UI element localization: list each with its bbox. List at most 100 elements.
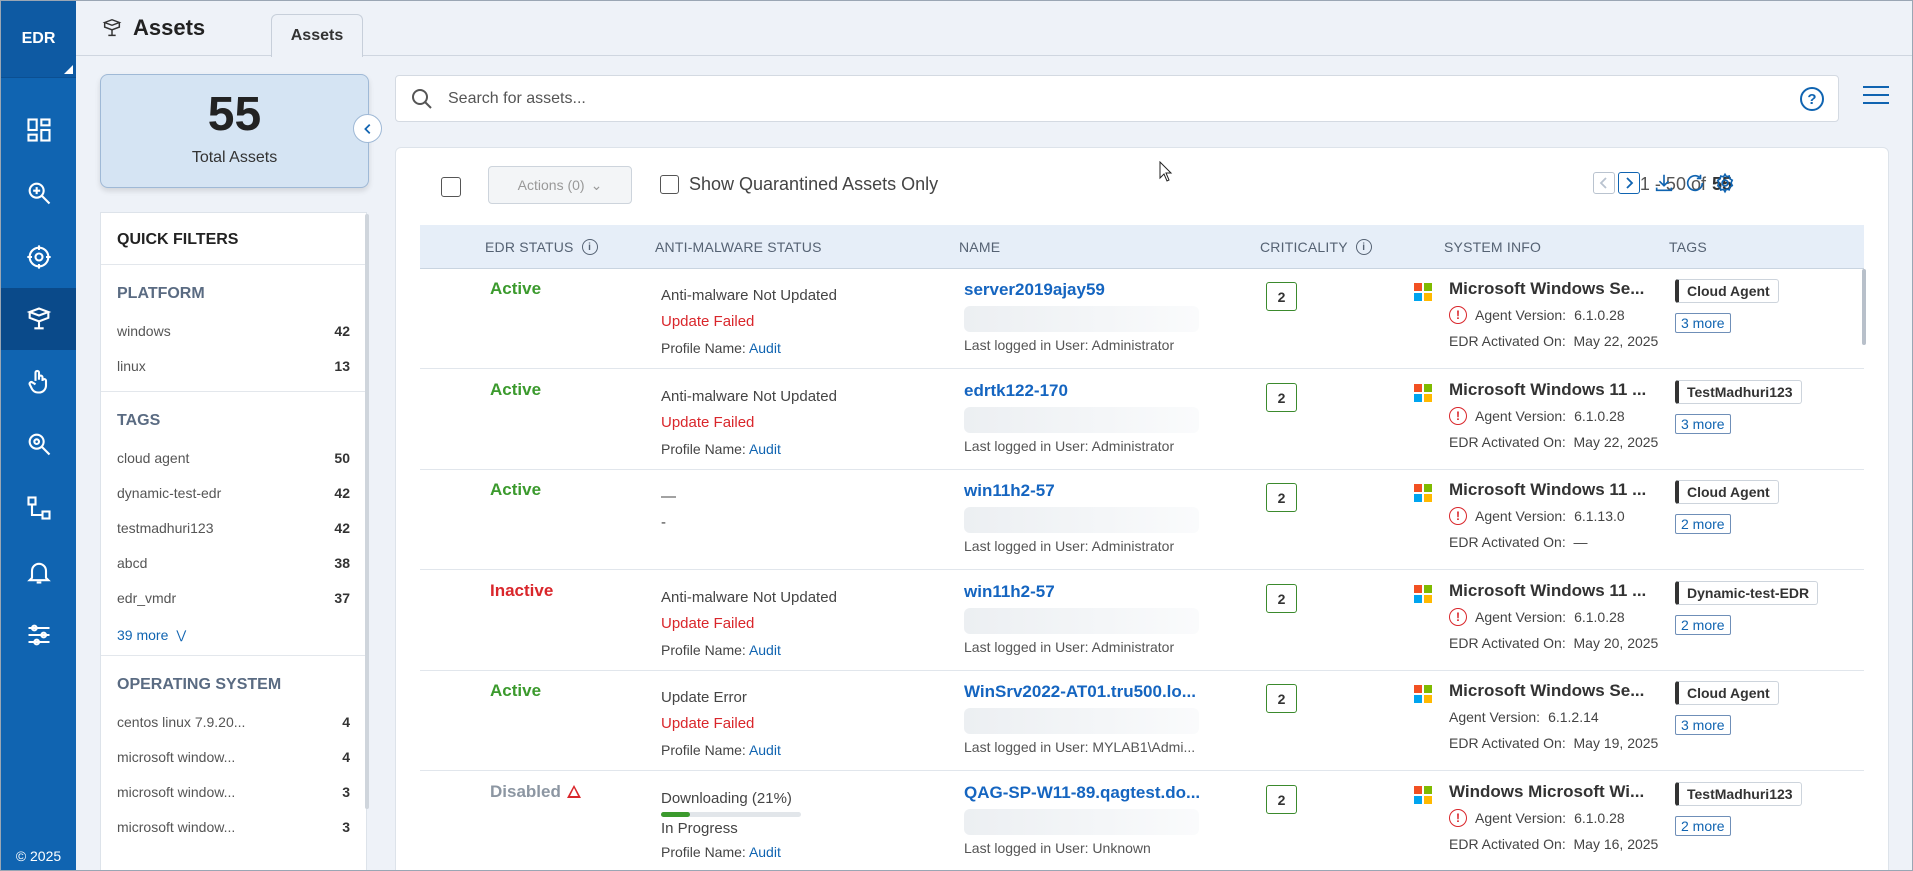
nav-item-workflow[interactable] [1, 477, 76, 539]
asset-name-link[interactable]: WinSrv2022-AT01.tru500.lo... [964, 682, 1209, 702]
download-button[interactable] [1653, 172, 1675, 194]
asset-name-link[interactable]: QAG-SP-W11-89.qagtest.do... [964, 783, 1209, 803]
chevron-left-icon [363, 123, 370, 134]
col-edr-status[interactable]: EDR STATUS i [485, 239, 598, 255]
actions-dropdown[interactable]: Actions (0) ⌄ [488, 166, 632, 204]
agent-version: ! Agent Version: 6.1.0.28 [1449, 407, 1659, 425]
col-name[interactable]: NAME [959, 239, 1000, 255]
filter-option[interactable]: linux 13 [117, 348, 350, 383]
tag-chip[interactable]: Cloud Agent [1675, 480, 1779, 504]
nav-item-dashboard[interactable] [1, 99, 76, 161]
filter-option[interactable]: microsoft window... 4 [117, 739, 350, 774]
asset-name-link[interactable]: win11h2-57 [964, 582, 1209, 602]
agent-version-label: Agent Version: [1475, 810, 1567, 826]
col-system-info[interactable]: SYSTEM INFO [1444, 239, 1541, 255]
nav-item-detections[interactable] [1, 413, 76, 475]
edr-activated-value: May 16, 2025 [1573, 836, 1659, 852]
table-row[interactable]: Active Update Error Update Failed Profile N… [420, 671, 1864, 771]
table-row[interactable]: Active — - win11h2-57 Last logged in User: A… [420, 470, 1864, 570]
tags-more-link[interactable]: 3 more [1675, 715, 1731, 735]
filter-option-label: windows [117, 322, 171, 339]
table-row[interactable]: Active Anti-malware Not Updated Update Fai… [420, 269, 1864, 369]
profile-link[interactable]: Audit [749, 742, 781, 758]
filter-option-count: 13 [334, 357, 350, 374]
filter-option[interactable]: abcd 38 [117, 545, 350, 580]
hamburger-menu-icon[interactable] [1863, 86, 1889, 108]
tag-chip[interactable]: TestMadhuri123 [1675, 782, 1802, 806]
nav-item-threat-hunt[interactable] [1, 226, 76, 288]
quarantine-filter[interactable]: Show Quarantined Assets Only [660, 174, 938, 195]
asset-name-link[interactable]: edrtk122-170 [964, 381, 1209, 401]
tab-assets[interactable]: Assets [271, 14, 363, 57]
quarantine-checkbox[interactable] [660, 175, 679, 194]
next-page-button[interactable] [1618, 172, 1640, 194]
edr-status: Active [490, 380, 541, 400]
filter-option[interactable]: cloud agent 50 [117, 440, 350, 475]
help-icon[interactable]: ? [1800, 87, 1824, 111]
table-row[interactable]: Active Anti-malware Not Updated Update Fai… [420, 370, 1864, 470]
nav-item-assets[interactable] [1, 288, 76, 350]
filter-option[interactable]: microsoft window... 3 [117, 774, 350, 809]
antimalware-update-status: Update Failed [661, 414, 755, 431]
filter-option[interactable]: edr_vmdr 37 [117, 580, 350, 615]
filter-option[interactable]: dynamic-test-edr 42 [117, 475, 350, 510]
actions-label: Actions (0) [517, 177, 585, 193]
select-all-checkbox[interactable] [441, 177, 461, 197]
agent-version-label: Agent Version: [1475, 307, 1567, 323]
filter-option[interactable]: windows 42 [117, 313, 350, 348]
collapse-panel-button[interactable] [353, 114, 382, 143]
tags-more-link[interactable]: 2 more [1675, 816, 1731, 836]
prev-page-button[interactable] [1593, 172, 1615, 194]
filter-option-count: 50 [334, 449, 350, 466]
filter-option[interactable]: centos linux 7.9.20... 4 [117, 704, 350, 739]
col-criticality[interactable]: CRITICALITY i [1260, 239, 1372, 255]
search-input[interactable] [448, 86, 1748, 112]
profile-link[interactable]: Audit [749, 642, 781, 658]
tags-more-link[interactable]: 3 more [1675, 414, 1731, 434]
asset-name-link[interactable]: server2019ajay59 [964, 280, 1209, 300]
table-row[interactable]: Inactive Anti-malware Not Updated Update F… [420, 571, 1864, 671]
edr-activated-label: EDR Activated On: [1449, 735, 1566, 751]
antimalware-status: Update Error Update Failed Profile Name: A… [661, 685, 781, 763]
info-icon[interactable]: i [581, 239, 598, 255]
tag-chip[interactable]: TestMadhuri123 [1675, 380, 1802, 404]
app-window: EDR © 2025 Assets Assets 55 Total Assets… [0, 0, 1913, 871]
col-antimalware[interactable]: ANTI-MALWARE STATUS [655, 239, 822, 255]
os-name: Microsoft Windows Se... [1449, 681, 1645, 700]
tags-show-more-link[interactable]: 39 more ⋁ [117, 615, 350, 655]
tag-chip[interactable]: Cloud Agent [1675, 681, 1779, 705]
profile-link[interactable]: Audit [749, 844, 781, 860]
search-icon [412, 89, 432, 109]
refresh-button[interactable] [1684, 172, 1706, 194]
last-user-label: Last logged in User: [964, 840, 1089, 856]
table-row[interactable]: Disabled Downloading (21%) In Progress Prof… [420, 772, 1864, 870]
profile-name: Profile Name: Audit [661, 637, 837, 663]
antimalware-update-status: - [661, 514, 666, 531]
edr-activated: EDR Activated On: May 16, 2025 [1449, 836, 1659, 852]
filter-option-label: microsoft window... [117, 748, 236, 765]
tag-chip[interactable]: Cloud Agent [1675, 279, 1779, 303]
profile-link[interactable]: Audit [749, 441, 781, 457]
asset-name-link[interactable]: win11h2-57 [964, 481, 1209, 501]
tag-chip[interactable]: Dynamic-test-EDR [1675, 581, 1819, 605]
nav-item-alerts-bell[interactable] [1, 541, 76, 603]
app-brand[interactable]: EDR [1, 1, 76, 78]
filters-scrollbar[interactable] [365, 214, 369, 809]
nav-item-settings-sliders[interactable] [1, 604, 76, 666]
filter-option[interactable]: microsoft window... 3 [117, 809, 350, 844]
tags-more-link[interactable]: 2 more [1675, 615, 1731, 635]
redacted-field [964, 809, 1199, 835]
filter-option[interactable]: testmadhuri123 42 [117, 510, 350, 545]
table-scrollbar[interactable] [1862, 269, 1866, 345]
response-icon [28, 369, 47, 394]
info-icon[interactable]: i [1355, 239, 1372, 255]
nav-item-response[interactable] [1, 351, 76, 413]
col-tags[interactable]: TAGS [1669, 239, 1707, 255]
settings-button[interactable] [1714, 172, 1736, 194]
chevron-double-down-icon: ⋁ [176, 628, 187, 642]
antimalware-state: Anti-malware Not Updated [661, 287, 837, 304]
tags-more-link[interactable]: 2 more [1675, 514, 1731, 534]
nav-item-investigate[interactable] [1, 162, 76, 224]
tags-more-link[interactable]: 3 more [1675, 313, 1731, 333]
profile-link[interactable]: Audit [749, 340, 781, 356]
